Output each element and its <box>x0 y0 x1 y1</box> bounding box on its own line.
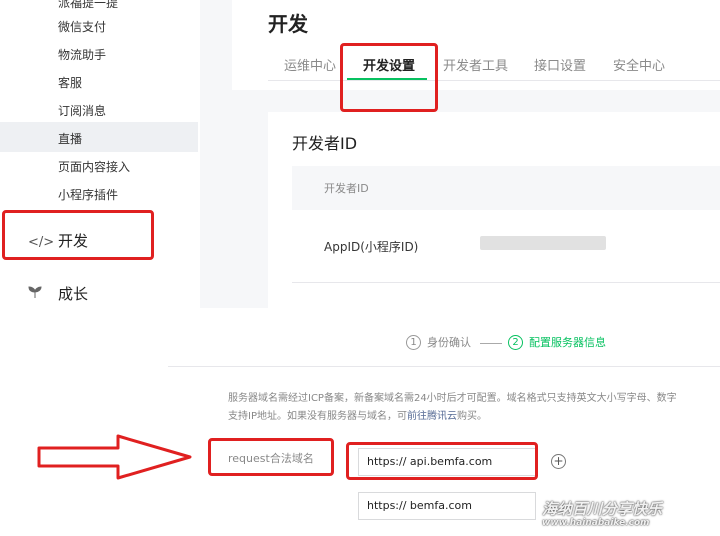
sidebar-group-growth[interactable]: 成长 <box>28 283 88 304</box>
card-divider <box>292 282 720 283</box>
watermark: 海纳百川分享快乐 www.hainabaike.com <box>542 500 663 528</box>
sidebar-item-customer-service[interactable]: 客服 <box>58 74 82 91</box>
page-title: 开发 <box>268 12 308 36</box>
sidebar-item-subscribe-message[interactable]: 订阅消息 <box>58 102 106 119</box>
highlight-dev-settings-tab <box>340 43 438 112</box>
sidebar-item-page-content[interactable]: 页面内容接入 <box>58 158 130 175</box>
appid-label: AppID(小程序ID) <box>324 240 419 254</box>
server-domain-notice: 服务器域名需经过ICP备案，新备案域名需24小时后才可配置。域名格式只支持英文大… <box>228 393 677 422</box>
sidebar-item-wechat-pay[interactable]: 微信支付 <box>58 18 106 35</box>
sidebar-item-logistics[interactable]: 物流助手 <box>58 46 106 63</box>
tab-dev-tools[interactable]: 开发者工具 <box>443 55 508 74</box>
highlight-dev-group <box>2 210 154 260</box>
step-separator <box>480 343 502 344</box>
sidebar-item-plugins[interactable]: 小程序插件 <box>58 186 118 203</box>
tab-api-settings[interactable]: 接口设置 <box>534 55 586 74</box>
sprout-icon <box>28 285 48 303</box>
sidebar-item-live[interactable]: 直播 <box>58 130 82 147</box>
tencent-cloud-link[interactable]: 前往腾讯云 <box>407 411 457 422</box>
step-identity-confirm: 1 身份确认 <box>406 334 471 350</box>
card-table-header: 开发者ID <box>292 166 720 210</box>
card-title: 开发者ID <box>292 134 358 153</box>
card-header-label: 开发者ID <box>324 182 369 195</box>
plus-circle-icon[interactable]: + <box>551 454 566 469</box>
highlight-request-label <box>208 438 334 476</box>
tab-ops-center[interactable]: 运维中心 <box>284 55 336 74</box>
appid-value-redacted <box>480 236 606 250</box>
sidebar-item-live-highlight <box>0 122 198 152</box>
request-domain-input-2[interactable]: https:// bemfa.com <box>358 492 536 520</box>
highlight-domain-input <box>346 442 538 480</box>
sidebar-item-0[interactable]: 派福提一提 <box>58 0 118 11</box>
steps-divider <box>168 366 720 367</box>
tab-security-center[interactable]: 安全中心 <box>613 55 665 74</box>
step-configure-server: 2 配置服务器信息 <box>508 334 606 350</box>
sidebar: 派福提一提 微信支付 物流助手 客服 订阅消息 直播 页面内容接入 小程序插件 … <box>0 0 200 308</box>
main-panel: 开发 运维中心 开发设置 开发者工具 接口设置 安全中心 开发者ID 开发者ID… <box>232 0 720 308</box>
right-arrow-icon <box>37 434 192 480</box>
tab-divider <box>268 80 720 81</box>
developer-id-card: 开发者ID 开发者ID AppID(小程序ID) <box>268 112 720 308</box>
